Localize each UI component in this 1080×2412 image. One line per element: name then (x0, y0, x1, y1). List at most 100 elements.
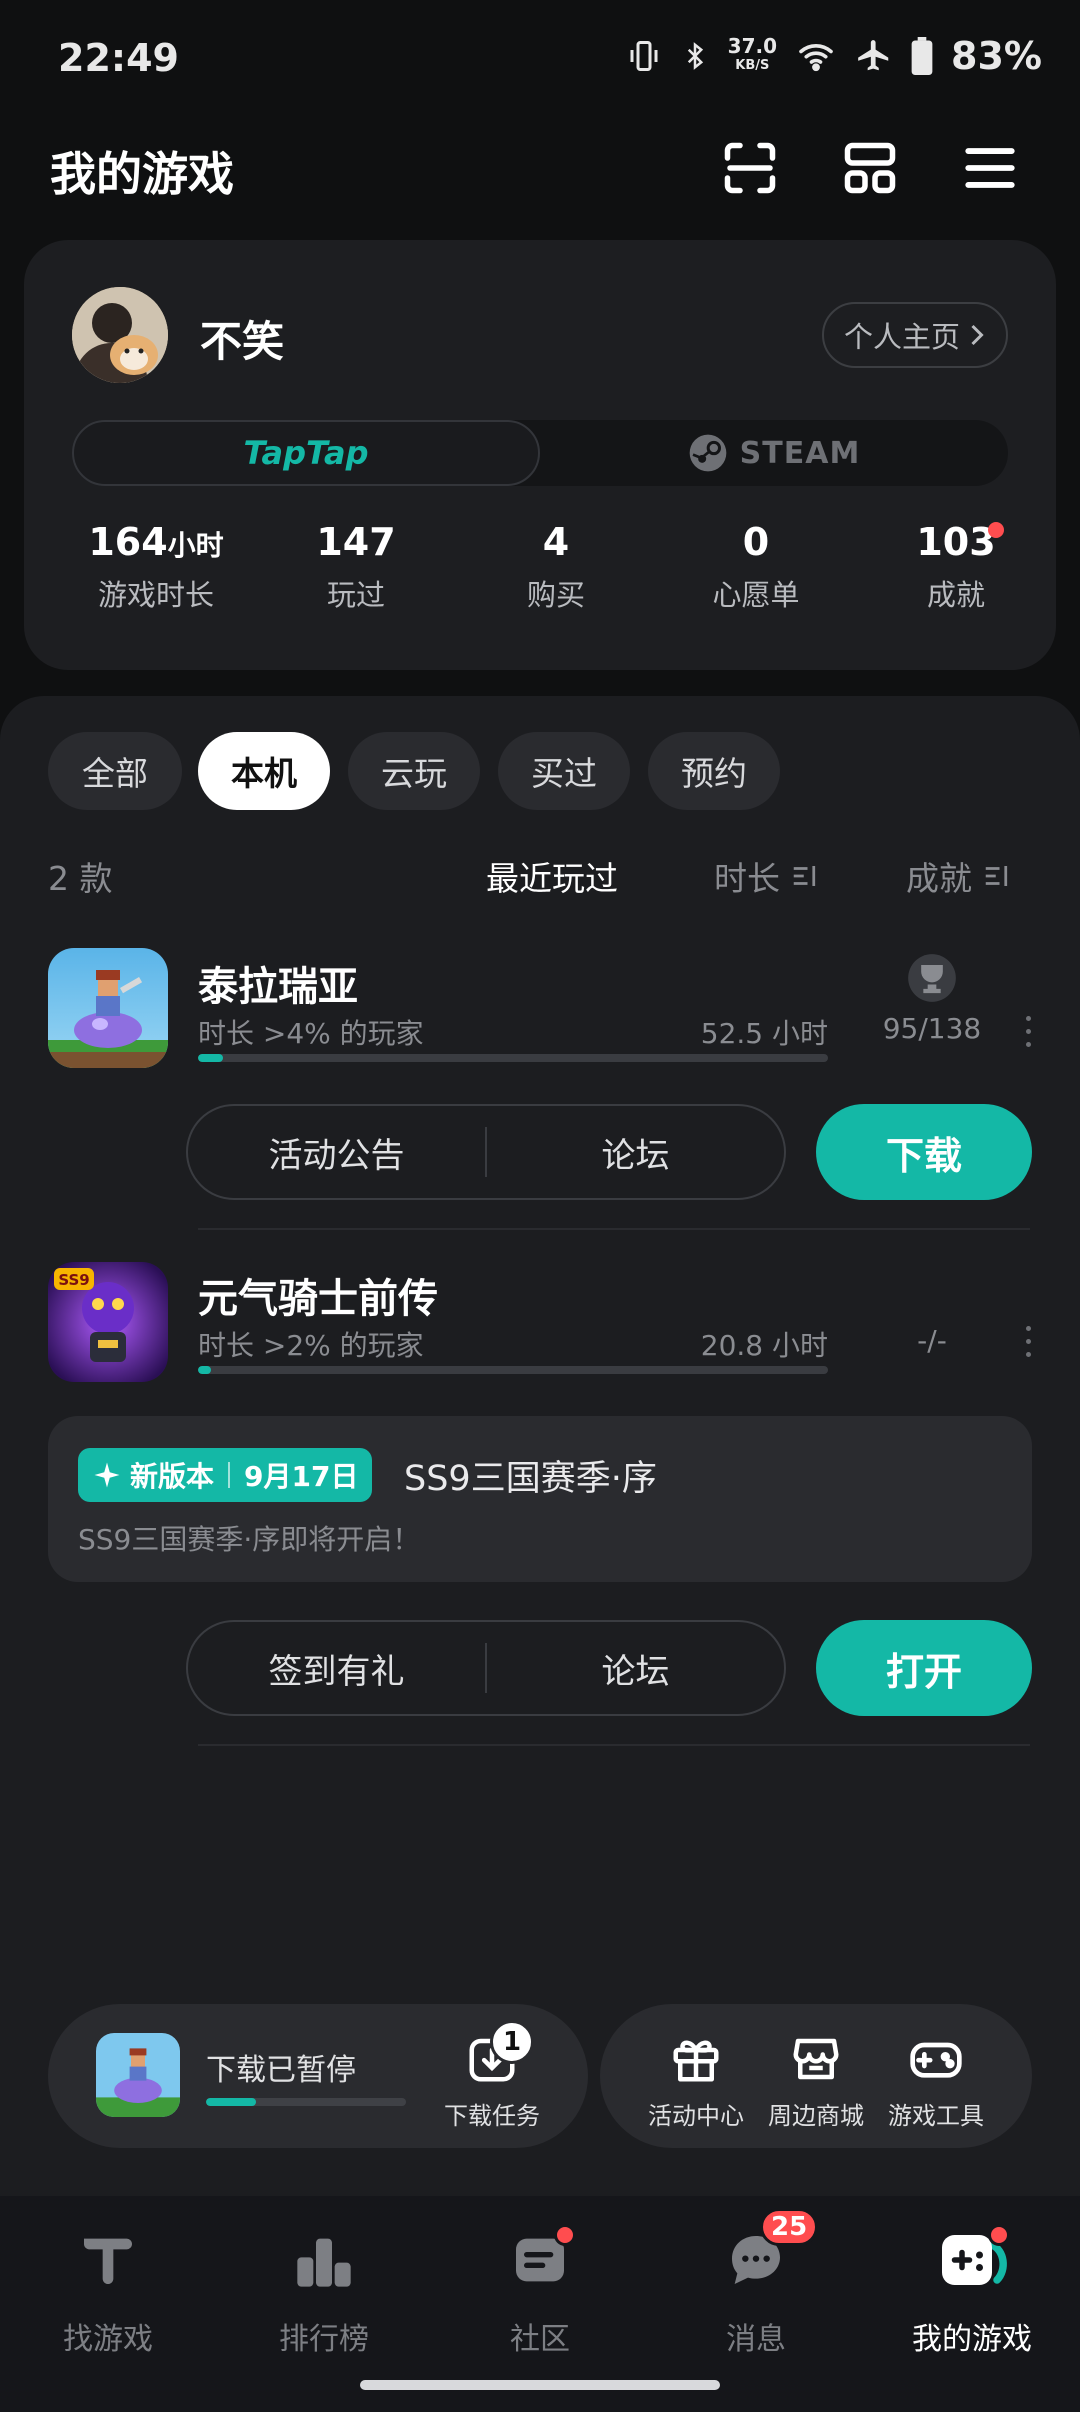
game-tools-label: 游戏工具 (888, 2102, 984, 2130)
more-options-icon[interactable] (1018, 1326, 1038, 1357)
sort-icon (985, 866, 1008, 886)
tab-steam-label: STEAM (739, 435, 861, 471)
achievement-progress: -/- (917, 1324, 947, 1357)
sort-achievement[interactable]: 成就 (906, 852, 1012, 900)
store-icon (793, 2038, 839, 2080)
vibrate-icon (630, 41, 658, 71)
page-title: 我的游戏 (50, 147, 234, 201)
battery-percent: 83% (951, 34, 1042, 78)
community-notification-dot (554, 2224, 576, 2246)
status-time: 22:49 (58, 36, 179, 80)
steam-icon (689, 434, 727, 472)
nav-community[interactable]: 社区 (432, 2220, 648, 2358)
sort-recent[interactable]: 最近玩过 (486, 852, 618, 900)
game-icon-terraria[interactable] (48, 948, 168, 1068)
nav-find-games[interactable]: 找游戏 (0, 2220, 216, 2358)
gamepad-icon (910, 2042, 962, 2078)
activity-center-label: 活动中心 (648, 2102, 744, 2130)
download-button[interactable]: 下载 (816, 1104, 1032, 1200)
open-button[interactable]: 打开 (816, 1620, 1032, 1716)
sparkle-icon (94, 1462, 120, 1488)
layout-button[interactable] (838, 136, 902, 200)
nav-community-label: 社区 (510, 2322, 570, 2357)
status-icons: 37.0 KB/S 83% (626, 34, 1042, 78)
game-hours: 52.5 小时 (700, 1017, 828, 1050)
nav-rankings-label: 排行榜 (279, 2322, 369, 2357)
chevron-right-icon (971, 324, 984, 346)
layout-icon (844, 142, 896, 194)
game-tools-button[interactable]: 游戏工具 (876, 2030, 996, 2131)
sort-duration-label: 时长 (714, 859, 780, 898)
sort-icon (793, 866, 816, 886)
achievement-progress: 95/138 (882, 1012, 982, 1045)
playtime-bar (198, 1054, 828, 1062)
user-name: 不笑 (200, 317, 285, 366)
nav-find-games-label: 找游戏 (63, 2322, 153, 2357)
filter-chip-cloud[interactable]: 云玩 (348, 732, 480, 810)
new-version-badge: 新版本 9月17日 (78, 1448, 373, 1502)
nav-rankings[interactable]: 排行榜 (216, 2220, 432, 2358)
network-speed: 37.0 KB/S (727, 34, 778, 73)
my-games-notification-dot (988, 2224, 1010, 2246)
news-title: SS9三国赛季·序 (404, 1459, 657, 1499)
tab-steam[interactable]: STEAM (540, 420, 1008, 486)
download-task-count-badge: 1 (490, 2020, 534, 2064)
game-secondary-actions: 签到有礼 论坛 (186, 1620, 786, 1716)
message-count-badge: 25 (760, 2208, 819, 2246)
nav-my-games[interactable]: 我的游戏 (864, 2220, 1080, 2358)
list-divider (198, 1228, 1030, 1230)
activity-center-button[interactable]: 活动中心 (636, 2030, 756, 2131)
home-indicator[interactable] (360, 2380, 720, 2390)
airplane-icon (858, 40, 889, 71)
download-progress-bar (206, 2098, 406, 2106)
filter-chip-bought[interactable]: 买过 (498, 732, 630, 810)
forum-button[interactable]: 论坛 (487, 1644, 784, 1693)
game-count: 2 款 (48, 859, 113, 898)
game-playtime-rank: 时长 >4% 的玩家 (198, 1017, 424, 1050)
playtime-bar (198, 1366, 828, 1374)
tab-taptap[interactable]: TapTap (72, 420, 540, 486)
menu-button[interactable] (958, 136, 1022, 200)
sort-duration[interactable]: 时长 (714, 852, 820, 900)
gift-icon (673, 2040, 719, 2082)
menu-icon (965, 148, 1015, 188)
playtime-bar-fill (198, 1054, 224, 1062)
check-in-reward-button[interactable]: 签到有礼 (188, 1644, 485, 1693)
merch-store-button[interactable]: 周边商城 (756, 2030, 876, 2131)
taptap-icon (84, 2238, 132, 2284)
nav-messages[interactable]: 25 消息 (648, 2208, 864, 2358)
stat-wishlist[interactable]: 0 心愿单 (666, 520, 846, 614)
nav-my-games-label: 我的游戏 (912, 2322, 1032, 2357)
ranking-icon (297, 2238, 351, 2287)
forum-button[interactable]: 论坛 (487, 1128, 784, 1177)
stat-playtime[interactable]: 164小时 游戏时长 (66, 520, 246, 614)
stat-achievements[interactable]: 103 成就 (866, 520, 1046, 614)
filter-chip-all[interactable]: 全部 (48, 732, 182, 810)
sort-recent-label: 最近玩过 (486, 859, 618, 898)
battery-icon (911, 37, 933, 75)
more-options-icon[interactable] (1018, 1016, 1038, 1047)
achievement-notification-dot (988, 522, 1004, 538)
scan-button[interactable] (718, 136, 782, 200)
download-game-icon (96, 2033, 180, 2117)
filter-chip-reserved[interactable]: 预约 (648, 732, 780, 810)
list-divider (198, 1744, 1030, 1746)
playtime-bar-fill (198, 1366, 211, 1374)
game-title[interactable]: 泰拉瑞亚 (198, 954, 358, 1012)
sort-achievement-label: 成就 (906, 859, 972, 898)
event-notice-button[interactable]: 活动公告 (188, 1128, 485, 1177)
game-icon-soul-knight-prequel[interactable]: SS9 (48, 1262, 168, 1382)
nav-messages-label: 消息 (726, 2322, 786, 2357)
download-status: 下载已暂停 (206, 2053, 356, 2088)
stat-played[interactable]: 147 玩过 (266, 520, 446, 614)
game-title[interactable]: 元气骑士前传 (198, 1266, 438, 1324)
avatar[interactable] (72, 287, 168, 383)
stat-purchased[interactable]: 4 购买 (466, 520, 646, 614)
download-progress-fill (206, 2098, 256, 2106)
news-description: SS9三国赛季·序即将开启！ (78, 1523, 421, 1556)
merch-store-label: 周边商城 (768, 2102, 864, 2130)
profile-home-link[interactable]: 个人主页 (822, 302, 1008, 368)
trophy-icon (872, 952, 992, 1004)
wifi-icon (799, 44, 833, 72)
filter-chip-local[interactable]: 本机 (198, 732, 330, 810)
